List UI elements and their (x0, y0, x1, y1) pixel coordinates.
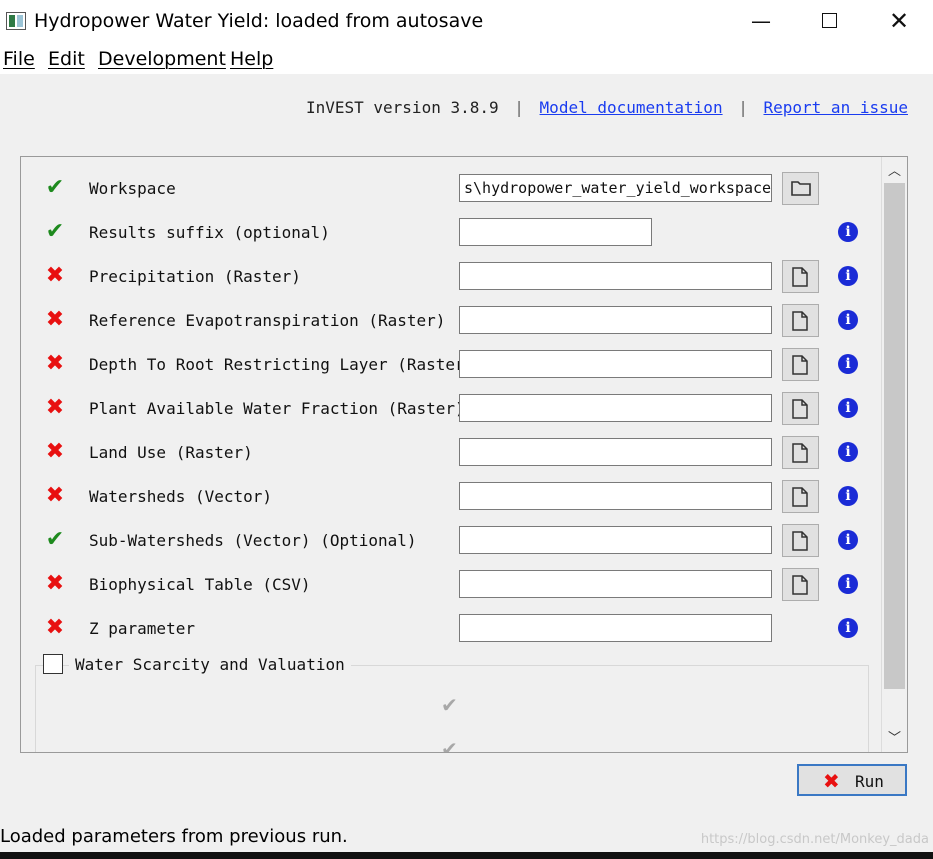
menu-file[interactable]: File (3, 48, 35, 70)
info-icon[interactable]: i (838, 354, 858, 374)
input-row: ✖ Watersheds (Vector) i (21, 478, 881, 514)
input-field[interactable] (459, 306, 772, 334)
input-label: Precipitation (Raster) (89, 267, 301, 286)
input-row: ✔ Workspace s\hydropower_water_yield_works… (21, 170, 881, 206)
info-icon[interactable]: i (838, 222, 858, 242)
input-field[interactable] (459, 526, 772, 554)
browse-file-button[interactable] (782, 304, 819, 337)
parameter-form: ✔ Workspace s\hydropower_water_yield_works… (20, 156, 908, 753)
taskbar-edge (0, 852, 933, 859)
browse-file-button[interactable] (782, 348, 819, 381)
invalid-x-icon: ✖ (45, 615, 65, 640)
browse-file-button[interactable] (782, 480, 819, 513)
error-icon: ✖ (823, 769, 840, 793)
input-label: Land Use (Raster) (89, 443, 253, 462)
minimize-button[interactable]: — (738, 0, 784, 42)
input-label: Depth To Root Restricting Layer (Raster) (89, 355, 475, 374)
menu-help[interactable]: Help (230, 48, 273, 70)
browse-file-button[interactable] (782, 568, 819, 601)
info-icon[interactable]: i (838, 530, 858, 550)
input-label: Z parameter (89, 619, 195, 638)
invalid-x-icon: ✖ (45, 307, 65, 332)
input-row: ✖ Precipitation (Raster) i (21, 258, 881, 294)
input-label: Watersheds (Vector) (89, 487, 273, 506)
disabled-check-icon: ✔ (441, 737, 458, 753)
status-bar-text: Loaded parameters from previous run. (0, 826, 348, 847)
input-field[interactable] (459, 262, 772, 290)
watermark: https://blog.csdn.net/Monkey_dada (700, 832, 929, 847)
browse-file-button[interactable] (782, 524, 819, 557)
header-links: InVEST version 3.8.9 | Model documentati… (306, 98, 908, 117)
close-button[interactable]: ✕ (876, 0, 922, 42)
input-label: Biophysical Table (CSV) (89, 575, 311, 594)
valid-check-icon: ✔ (45, 527, 65, 552)
valuation-checkbox[interactable] (43, 654, 63, 674)
info-icon[interactable]: i (838, 574, 858, 594)
separator: | (514, 98, 524, 117)
report-issue-link[interactable]: Report an issue (764, 98, 909, 117)
input-row: ✖ Plant Available Water Fraction (Raster)… (21, 390, 881, 426)
browse-folder-button[interactable] (782, 172, 819, 205)
input-row: ✔ Sub-Watersheds (Vector) (Optional) i (21, 522, 881, 558)
menu-development[interactable]: Development (98, 48, 226, 70)
valid-check-icon: ✔ (45, 219, 65, 244)
browse-file-button[interactable] (782, 392, 819, 425)
title-bar: Hydropower Water Yield: loaded from auto… (0, 0, 933, 42)
invalid-x-icon: ✖ (45, 439, 65, 464)
input-row: ✖ Biophysical Table (CSV) i (21, 566, 881, 602)
valuation-group-label: Water Scarcity and Valuation (69, 655, 351, 674)
menu-bar: File Edit Development Help (0, 42, 933, 74)
input-row: ✖ Z parameter i (21, 610, 881, 646)
window-title: Hydropower Water Yield: loaded from auto… (34, 10, 484, 32)
input-row: ✔ Results suffix (optional) i (21, 214, 881, 250)
info-icon[interactable]: i (838, 310, 858, 330)
input-label: Results suffix (optional) (89, 223, 330, 242)
input-row: ✖ Reference Evapotranspiration (Raster) i (21, 302, 881, 338)
input-field[interactable] (459, 614, 772, 642)
maximize-icon (821, 13, 837, 28)
scrollbar-thumb[interactable] (884, 183, 905, 689)
invalid-x-icon: ✖ (45, 483, 65, 508)
input-label: Plant Available Water Fraction (Raster) (89, 399, 465, 418)
maximize-button[interactable] (806, 0, 852, 42)
input-row: ✖ Land Use (Raster) i (21, 434, 881, 470)
input-field[interactable] (459, 482, 772, 510)
input-field[interactable] (459, 218, 652, 246)
valid-check-icon: ✔ (45, 175, 65, 200)
input-field[interactable] (459, 570, 772, 598)
version-label: InVEST version 3.8.9 (305, 98, 499, 117)
invalid-x-icon: ✖ (45, 395, 65, 420)
run-button-label: Run (855, 772, 884, 791)
invalid-x-icon: ✖ (45, 571, 65, 596)
scroll-down-icon[interactable]: ﹀ (882, 726, 907, 750)
input-field[interactable] (459, 438, 772, 466)
input-row: ✖ Depth To Root Restricting Layer (Raster… (21, 346, 881, 382)
scroll-up-icon[interactable]: ︿ (882, 159, 907, 183)
invalid-x-icon: ✖ (45, 351, 65, 376)
input-label: Sub-Watersheds (Vector) (Optional) (89, 531, 417, 550)
model-documentation-link[interactable]: Model documentation (540, 98, 723, 117)
input-field[interactable]: s\hydropower_water_yield_workspace (459, 174, 772, 202)
info-icon[interactable]: i (838, 486, 858, 506)
menu-edit[interactable]: Edit (48, 48, 85, 70)
info-icon[interactable]: i (838, 266, 858, 286)
input-field[interactable] (459, 394, 772, 422)
info-icon[interactable]: i (838, 398, 858, 418)
browse-file-button[interactable] (782, 260, 819, 293)
vertical-scrollbar[interactable]: ︿ ﹀ (881, 157, 907, 752)
info-icon[interactable]: i (838, 442, 858, 462)
info-icon[interactable]: i (838, 618, 858, 638)
separator: | (738, 98, 748, 117)
input-label: Workspace (89, 179, 176, 198)
browse-file-button[interactable] (782, 436, 819, 469)
input-field[interactable] (459, 350, 772, 378)
input-label: Reference Evapotranspiration (Raster) (89, 311, 446, 330)
app-icon (6, 12, 26, 30)
run-button[interactable]: ✖ Run (797, 764, 907, 796)
invalid-x-icon: ✖ (45, 263, 65, 288)
disabled-check-icon: ✔ (441, 693, 458, 717)
